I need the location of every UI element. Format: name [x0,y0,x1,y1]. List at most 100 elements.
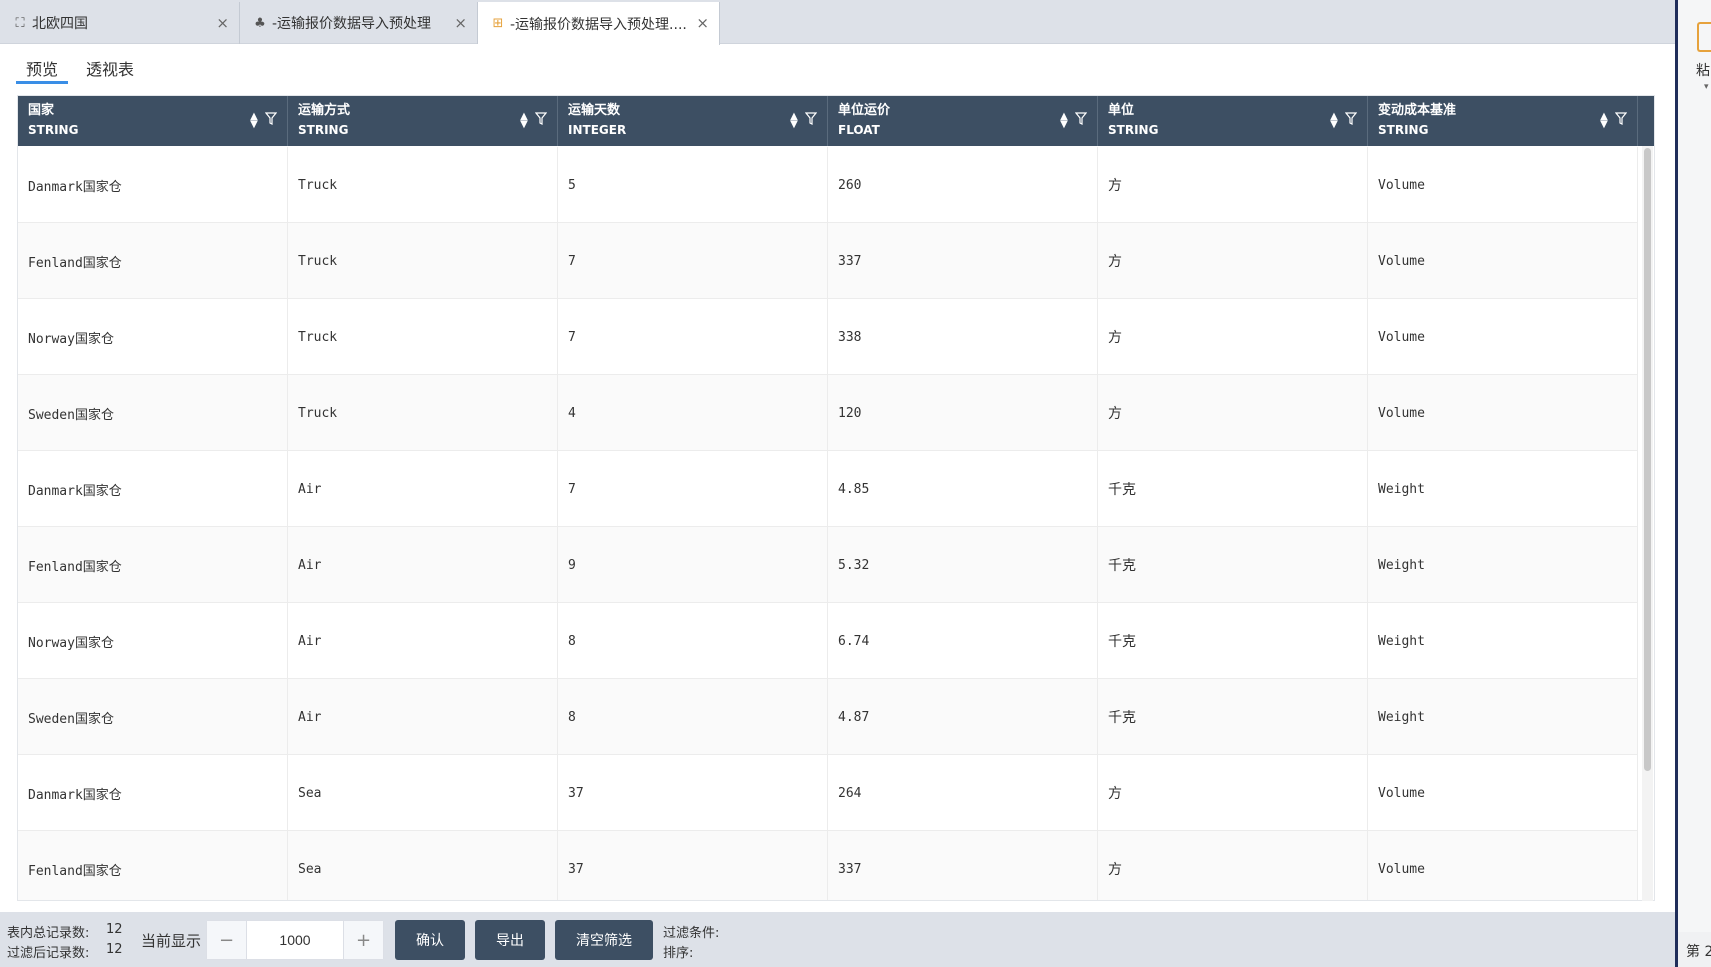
cell-variable-cost-basis[interactable]: Weight [1368,603,1638,679]
column-header-transport-mode[interactable]: 运输方式 STRING ▲ ▼ [288,96,558,146]
cell-country[interactable]: Norway国家仓 [18,299,288,375]
cell-variable-cost-basis[interactable]: Volume [1368,299,1638,375]
close-icon[interactable]: × [454,14,467,32]
cell-unit[interactable]: 方 [1098,375,1368,451]
cell-transport-mode[interactable]: Truck [288,147,558,223]
cell-transport-mode[interactable]: Truck [288,375,558,451]
display-count-input[interactable] [247,921,343,959]
cell-country[interactable]: Sweden国家仓 [18,679,288,755]
cell-transport-days[interactable]: 7 [558,451,828,527]
cell-unit[interactable]: 千克 [1098,679,1368,755]
cell-variable-cost-basis[interactable]: Weight [1368,451,1638,527]
cell-variable-cost-basis[interactable]: Volume [1368,375,1638,451]
sort-icon[interactable]: ▲ ▼ [1059,112,1069,130]
decrement-button[interactable]: − [207,921,247,959]
table-row[interactable]: Sweden国家仓 Air 8 4.87 千克 Weight [18,679,1638,755]
table-row[interactable]: Danmark国家仓 Sea 37 264 方 Volume [18,755,1638,831]
cell-variable-cost-basis[interactable]: Weight [1368,527,1638,603]
clear-filter-button[interactable]: 清空筛选 [555,920,653,960]
column-header-unit-price[interactable]: 单位运价 FLOAT ▲ ▼ [828,96,1098,146]
sort-icon[interactable]: ▲ ▼ [1599,112,1609,130]
filter-icon[interactable] [265,112,277,126]
table-row[interactable]: Fenland国家仓 Air 9 5.32 千克 Weight [18,527,1638,603]
cell-country[interactable]: Fenland国家仓 [18,527,288,603]
cell-transport-mode[interactable]: Sea [288,755,558,831]
filter-icon[interactable] [535,112,547,126]
cell-unit[interactable]: 方 [1098,147,1368,223]
cell-transport-days[interactable]: 4 [558,375,828,451]
cell-variable-cost-basis[interactable]: Volume [1368,831,1638,900]
cell-transport-days[interactable]: 8 [558,603,828,679]
export-button[interactable]: 导出 [475,920,545,960]
cell-country[interactable]: Danmark国家仓 [18,755,288,831]
cell-country[interactable]: Sweden国家仓 [18,375,288,451]
cell-transport-days[interactable]: 37 [558,831,828,900]
cell-variable-cost-basis[interactable]: Weight [1368,679,1638,755]
cell-unit[interactable]: 千克 [1098,451,1368,527]
cell-unit-price[interactable]: 120 [828,375,1098,451]
cell-unit-price[interactable]: 337 [828,223,1098,299]
paste-icon[interactable] [1697,22,1711,52]
filter-icon[interactable] [1615,112,1627,126]
column-header-transport-days[interactable]: 运输天数 INTEGER ▲ ▼ [558,96,828,146]
cell-unit-price[interactable]: 4.87 [828,679,1098,755]
cell-unit[interactable]: 方 [1098,831,1368,900]
column-header-variable-cost-basis[interactable]: 变动成本基准 STRING ▲ ▼ [1368,96,1638,146]
cell-unit[interactable]: 方 [1098,299,1368,375]
vertical-scrollbar[interactable] [1642,146,1653,901]
cell-transport-days[interactable]: 9 [558,527,828,603]
cell-transport-mode[interactable]: Air [288,527,558,603]
cell-unit[interactable]: 方 [1098,755,1368,831]
tab-preview[interactable]: 预览 [16,58,69,84]
confirm-button[interactable]: 确认 [395,920,465,960]
cell-country[interactable]: Fenland国家仓 [18,223,288,299]
cell-country[interactable]: Danmark国家仓 [18,147,288,223]
tab-transport-preprocess[interactable]: ♣ -运输报价数据导入预处理 × [240,2,478,44]
table-row[interactable]: Fenland国家仓 Sea 37 337 方 Volume [18,831,1638,900]
cell-transport-days[interactable]: 5 [558,147,828,223]
table-row[interactable]: Danmark国家仓 Air 7 4.85 千克 Weight [18,451,1638,527]
table-row[interactable]: Sweden国家仓 Truck 4 120 方 Volume [18,375,1638,451]
filter-icon[interactable] [805,112,817,126]
close-icon[interactable]: × [696,14,709,32]
cell-transport-days[interactable]: 7 [558,299,828,375]
filter-icon[interactable] [1075,112,1087,126]
cell-unit-price[interactable]: 338 [828,299,1098,375]
tab-pivot-table[interactable]: 透视表 [76,58,144,84]
scrollbar-thumb[interactable] [1644,148,1651,771]
cell-transport-mode[interactable]: Sea [288,831,558,900]
column-header-unit[interactable]: 单位 STRING ▲ ▼ [1098,96,1368,146]
table-row[interactable]: Norway国家仓 Truck 7 338 方 Volume [18,299,1638,375]
cell-country[interactable]: Norway国家仓 [18,603,288,679]
cell-transport-mode[interactable]: Air [288,451,558,527]
cell-unit-price[interactable]: 4.85 [828,451,1098,527]
cell-transport-mode[interactable]: Truck [288,299,558,375]
close-icon[interactable]: × [216,14,229,32]
cell-transport-mode[interactable]: Truck [288,223,558,299]
tab-transport-preprocess-preview[interactable]: ⊞ -运输报价数据导入预处理.... × [478,2,720,45]
cell-variable-cost-basis[interactable]: Volume [1368,755,1638,831]
sort-icon[interactable]: ▲ ▼ [519,112,529,130]
cell-unit-price[interactable]: 260 [828,147,1098,223]
cell-transport-mode[interactable]: Air [288,679,558,755]
cell-transport-days[interactable]: 37 [558,755,828,831]
cell-unit[interactable]: 千克 [1098,527,1368,603]
cell-variable-cost-basis[interactable]: Volume [1368,147,1638,223]
cell-unit-price[interactable]: 6.74 [828,603,1098,679]
cell-country[interactable]: Danmark国家仓 [18,451,288,527]
table-row[interactable]: Norway国家仓 Air 8 6.74 千克 Weight [18,603,1638,679]
cell-transport-days[interactable]: 8 [558,679,828,755]
cell-transport-mode[interactable]: Air [288,603,558,679]
cell-unit[interactable]: 方 [1098,223,1368,299]
chevron-down-icon[interactable]: ▾ [1704,82,1709,92]
sort-icon[interactable]: ▲ ▼ [789,112,799,130]
paste-label[interactable]: 粘 [1696,60,1710,80]
table-row[interactable]: Fenland国家仓 Truck 7 337 方 Volume [18,223,1638,299]
sort-icon[interactable]: ▲ ▼ [249,112,259,130]
filter-icon[interactable] [1345,112,1357,126]
cell-unit-price[interactable]: 337 [828,831,1098,900]
tab-nordic-countries[interactable]: ⛶ 北欧四国 × [0,2,240,44]
increment-button[interactable]: + [343,921,383,959]
cell-unit[interactable]: 千克 [1098,603,1368,679]
cell-unit-price[interactable]: 264 [828,755,1098,831]
